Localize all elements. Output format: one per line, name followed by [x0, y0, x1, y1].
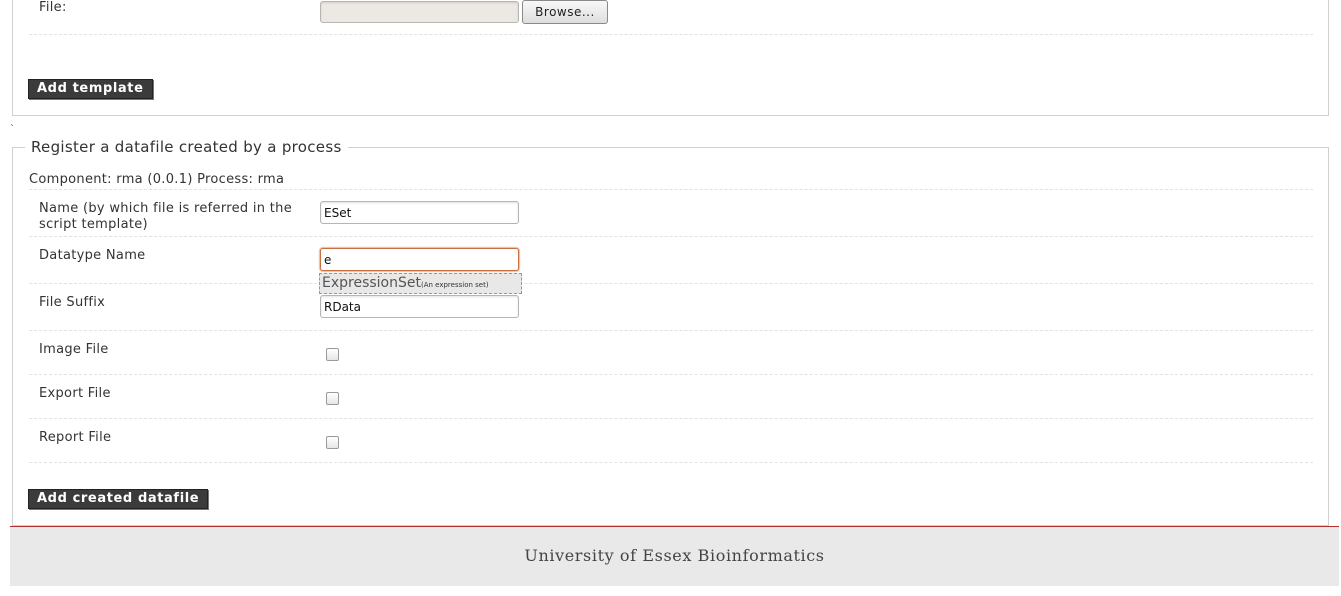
file-path-input[interactable] [320, 1, 519, 23]
section-legend: Register a datafile created by a process [25, 138, 348, 156]
page-footer: University of Essex Bioinformatics [10, 526, 1339, 586]
file-row: File: Browse... [29, 0, 1313, 35]
image-file-checkbox[interactable] [326, 348, 339, 361]
add-template-button[interactable]: Add template [28, 79, 153, 99]
datatype-input[interactable] [320, 248, 519, 271]
datatype-label: Datatype Name [39, 248, 146, 263]
browse-button[interactable]: Browse... [522, 0, 608, 24]
add-created-datafile-button[interactable]: Add created datafile [28, 489, 209, 509]
component-info: Component: rma (0.0.1) Process: rma [29, 172, 285, 187]
datafile-fieldset: Register a datafile created by a process… [12, 138, 1329, 526]
datatype-suggestion-item[interactable]: ExpressionSet(An expression set) [319, 273, 522, 294]
name-row: Name (by which file is referred in the s… [29, 190, 1313, 237]
image-file-label: Image File [39, 342, 109, 357]
export-file-checkbox[interactable] [326, 392, 339, 405]
suffix-label: File Suffix [39, 295, 106, 310]
datatype-row: Datatype Name [29, 237, 1313, 284]
stray-mark: ` [10, 124, 16, 135]
export-file-row: Export File [29, 375, 1313, 419]
name-input[interactable] [320, 201, 519, 224]
name-label: Name (by which file is referred in the s… [39, 201, 292, 232]
footer-text: University of Essex Bioinformatics [524, 546, 825, 565]
export-file-label: Export File [39, 386, 111, 401]
report-file-label: Report File [39, 430, 112, 445]
image-file-row: Image File [29, 331, 1313, 375]
suffix-input[interactable] [320, 295, 519, 318]
info-row: Component: rma (0.0.1) Process: rma [29, 170, 1313, 190]
suggestion-description: (An expression set) [420, 281, 489, 289]
report-file-row: Report File [29, 419, 1313, 463]
suffix-row: File Suffix [29, 284, 1313, 331]
suggestion-name: ExpressionSet [322, 275, 421, 291]
template-fieldset: File: Browse... Add template [12, 0, 1329, 116]
file-label: File: [39, 0, 67, 15]
report-file-checkbox[interactable] [326, 436, 339, 449]
